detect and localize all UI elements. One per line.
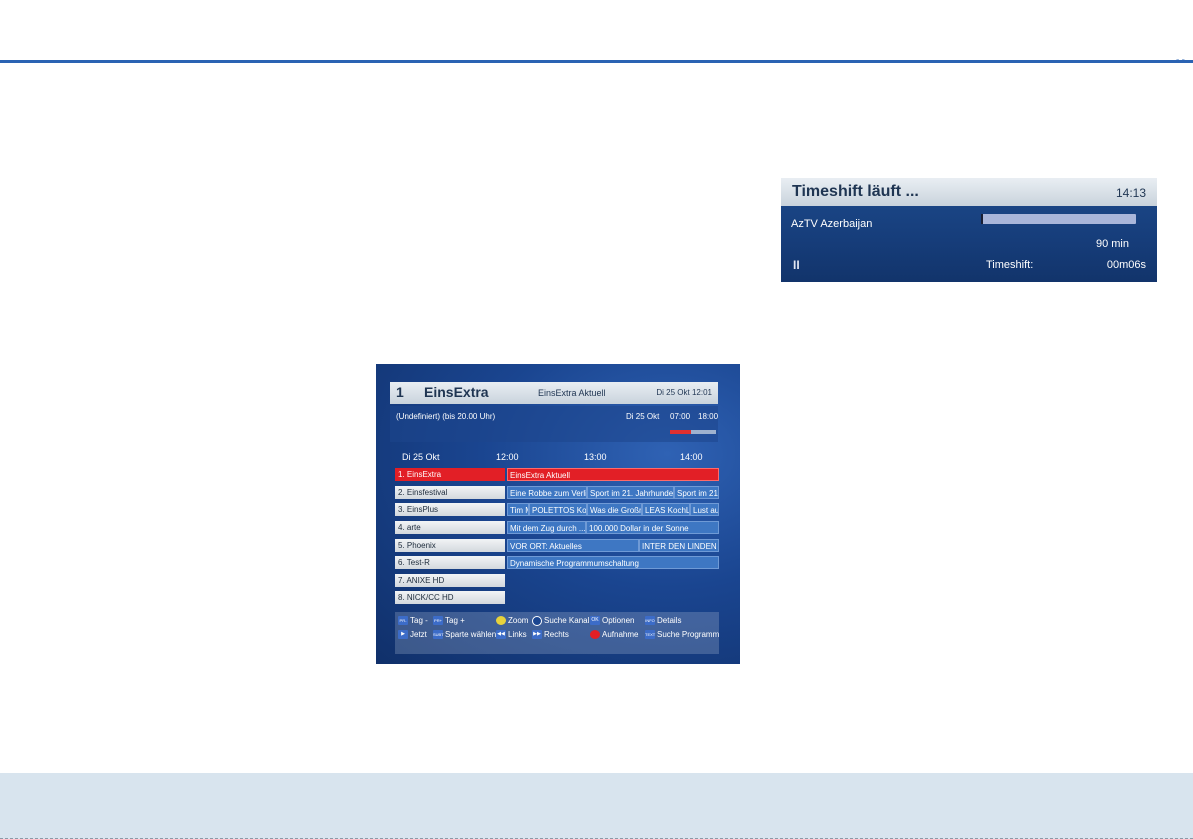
channel-item[interactable]: 4. arte bbox=[395, 521, 505, 534]
timeline-label: Di 25 Okt bbox=[402, 452, 440, 462]
program-cell[interactable]: INTER DEN LINDEN bbox=[639, 539, 719, 552]
timeshift-panel: Timeshift läuft ... 14:13 AzTV Azerbaija… bbox=[781, 178, 1157, 282]
key-label: Zoom bbox=[508, 616, 529, 625]
key-label: Jetzt bbox=[410, 630, 427, 639]
program-cell[interactable]: VOR ORT: Aktuelles bbox=[507, 539, 639, 552]
key-search-program[interactable]: TEXT Suche Programm bbox=[645, 630, 720, 640]
epg-info-day: Di 25 Okt bbox=[626, 412, 660, 421]
key-day-minus[interactable]: PR- Tag - bbox=[398, 616, 428, 626]
timeshift-buffer-bar bbox=[981, 214, 1136, 224]
key-label: Rechts bbox=[544, 630, 569, 639]
epg-info-box: (Undefiniert) (bis 20.00 Uhr) Di 25 Okt … bbox=[390, 406, 718, 442]
key-options[interactable]: OK Optionen bbox=[590, 616, 635, 626]
epg-info-start: 07:00 bbox=[670, 412, 691, 421]
page-footer-band bbox=[0, 773, 1193, 839]
timeshift-value: 00m06s bbox=[1106, 259, 1146, 271]
channel-item[interactable]: 3. EinsPlus bbox=[395, 503, 505, 516]
key-label: Optionen bbox=[602, 616, 635, 625]
key-day-plus[interactable]: PR+ Tag + bbox=[433, 616, 465, 626]
rewind-icon: ◀◀ bbox=[496, 630, 506, 640]
timeshift-title: Timeshift läuft ... bbox=[792, 183, 919, 200]
pr-minus-icon: PR- bbox=[398, 616, 408, 626]
pause-icon: II bbox=[793, 258, 800, 272]
key-label: Suche Kanal bbox=[544, 616, 590, 626]
epg-info-progress bbox=[670, 430, 716, 434]
epg-header: 1 EinsExtra EinsExtra Aktuell Di 25 Okt … bbox=[390, 382, 718, 404]
program-cell[interactable]: LEAS KochLUST bbox=[642, 503, 690, 516]
subt-icon: SUBT bbox=[433, 630, 444, 640]
program-cell[interactable]: POLETTOS Koch bbox=[529, 503, 587, 516]
key-now[interactable]: ▶ Jetzt bbox=[398, 630, 427, 640]
key-label: Tag - bbox=[410, 616, 428, 625]
epg-datetime: Di 25 Okt 12:01 bbox=[656, 388, 712, 397]
info-icon: INFO bbox=[645, 616, 655, 626]
key-genre[interactable]: SUBTSparte wählen bbox=[433, 630, 497, 640]
key-right[interactable]: ▶▶ Rechts bbox=[532, 630, 569, 640]
epg-key-legend: PR- Tag - PR+ Tag + Zoom Suche Kanal OK Opt… bbox=[395, 612, 719, 654]
epg-channel-name: EinsExtra bbox=[424, 384, 489, 400]
record-icon bbox=[590, 630, 600, 640]
ok-icon: OK bbox=[590, 616, 600, 626]
epg-info-progress-fill bbox=[670, 430, 691, 434]
key-label: Suche Programm bbox=[657, 630, 720, 639]
timeshift-clock: 14:13 bbox=[1115, 186, 1146, 200]
timeshift-channel: AzTV Azerbaijan bbox=[791, 218, 873, 230]
program-cell[interactable]: Sport im 21. Jahrhundert bbox=[587, 486, 674, 499]
channel-item[interactable]: 1. EinsExtra bbox=[395, 468, 505, 481]
program-cell[interactable]: Lust auf bbox=[690, 503, 719, 516]
key-label: Sparte wählen bbox=[445, 630, 497, 639]
timeline-label: 13:00 bbox=[584, 452, 607, 462]
program-cell[interactable]: Mit dem Zug durch ... bbox=[507, 521, 586, 534]
text-icon: TEXT bbox=[645, 630, 656, 640]
play-icon: ▶ bbox=[398, 630, 408, 640]
blue-button-icon bbox=[532, 616, 542, 626]
timeshift-label: Timeshift: bbox=[986, 259, 1034, 271]
epg-info-end: 18:00 bbox=[698, 412, 719, 421]
key-search-channel[interactable]: Suche Kanal bbox=[532, 616, 589, 626]
timeline-label: 14:00 bbox=[680, 452, 703, 462]
channel-item[interactable]: 8. NICK/CC HD bbox=[395, 591, 505, 604]
key-label: Details bbox=[657, 616, 682, 625]
fast-forward-icon: ▶▶ bbox=[532, 630, 542, 640]
pr-plus-icon: PR+ bbox=[433, 616, 443, 626]
timeshift-duration: 90 min bbox=[1095, 238, 1129, 250]
key-details[interactable]: INFO Details bbox=[645, 616, 682, 626]
program-cell[interactable]: Sport im 21. Jahr bbox=[674, 486, 719, 499]
timeline-label: 12:00 bbox=[496, 452, 519, 462]
epg-current-show: EinsExtra Aktuell bbox=[538, 388, 606, 398]
channel-item[interactable]: 7. ANIXE HD bbox=[395, 574, 505, 587]
program-cell[interactable]: 100.000 Dollar in der Sonne bbox=[586, 521, 719, 534]
channel-item[interactable]: 2. Einsfestival bbox=[395, 486, 505, 499]
key-label: Tag + bbox=[445, 616, 465, 625]
epg-panel: 1 EinsExtra EinsExtra Aktuell Di 25 Okt … bbox=[376, 364, 740, 664]
program-cell[interactable]: Dynamische Programmumschaltung bbox=[507, 556, 719, 569]
channel-item[interactable]: 6. Test-R bbox=[395, 556, 505, 569]
yellow-button-icon bbox=[496, 616, 506, 626]
timeshift-header: Timeshift läuft ... 14:13 bbox=[781, 178, 1157, 206]
key-label: Links bbox=[508, 630, 527, 639]
channel-item[interactable]: 5. Phoenix bbox=[395, 539, 505, 552]
epg-info-text: (Undefiniert) (bis 20.00 Uhr) bbox=[396, 412, 496, 421]
key-zoom[interactable]: Zoom bbox=[496, 616, 529, 626]
header-dots: ▪▪ bbox=[1175, 56, 1187, 67]
key-label: Aufnahme bbox=[602, 630, 639, 639]
header-rule bbox=[0, 60, 1193, 63]
program-cell[interactable]: Was die Großmut bbox=[587, 503, 642, 516]
key-left[interactable]: ◀◀ Links bbox=[496, 630, 527, 640]
timeshift-buffer-fill bbox=[981, 214, 983, 224]
program-cell[interactable]: Tim Mäl bbox=[507, 503, 529, 516]
epg-channel-number: 1 bbox=[396, 384, 404, 400]
program-cell[interactable]: EinsExtra Aktuell bbox=[507, 468, 719, 481]
key-record[interactable]: Aufnahme bbox=[590, 630, 639, 640]
program-cell[interactable]: Eine Robbe zum Verlieben bbox=[507, 486, 587, 499]
